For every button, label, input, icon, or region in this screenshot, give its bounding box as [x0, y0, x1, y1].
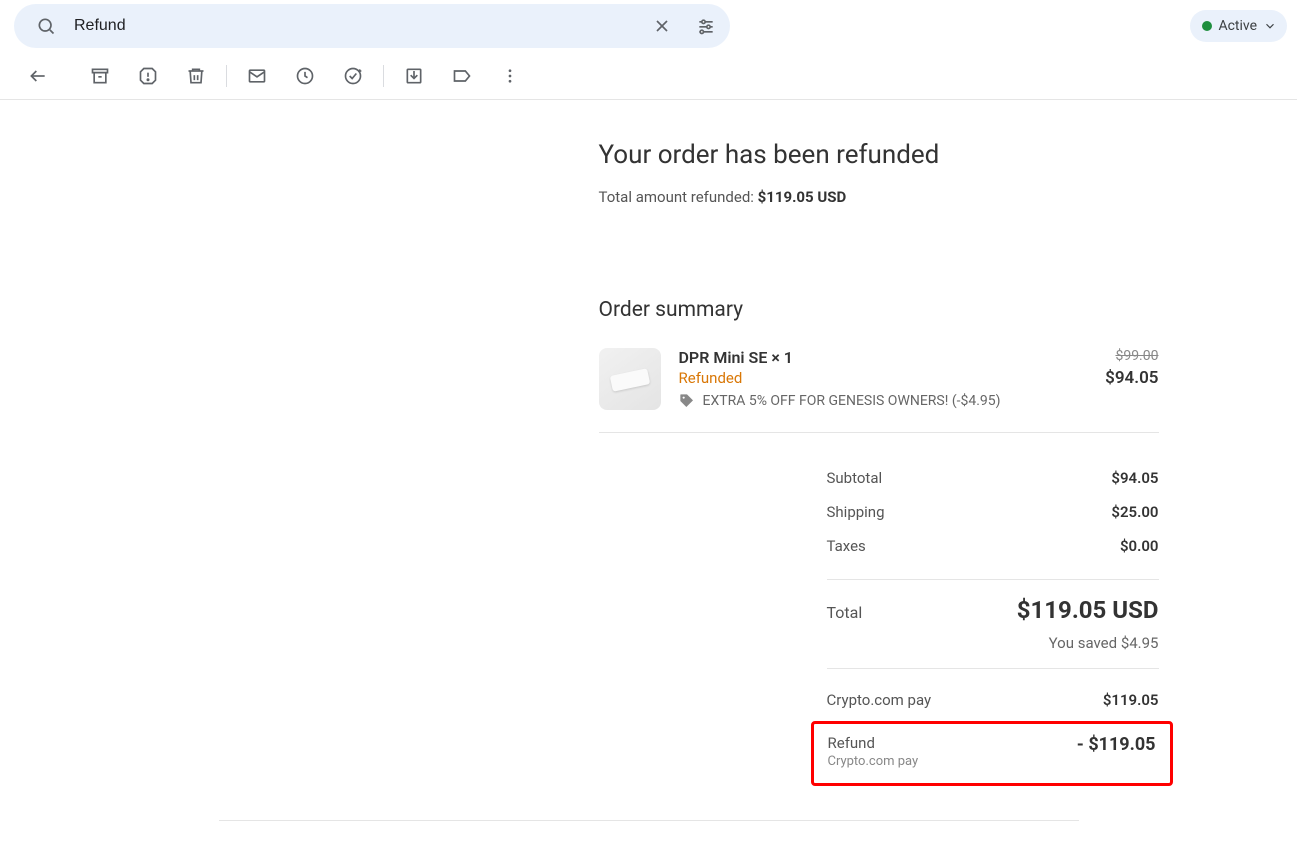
refund-highlight-box: Refund Crypto.com pay - $119.05	[811, 721, 1173, 786]
tag-icon	[679, 393, 695, 409]
product-name: DPR Mini SE × 1	[679, 348, 1071, 367]
separator	[383, 65, 384, 87]
item-price: $94.05	[1089, 368, 1159, 388]
refund-amount: - $119.05	[1077, 734, 1156, 755]
subtotal-value: $94.05	[1111, 469, 1158, 487]
move-to-button[interactable]	[394, 56, 434, 96]
footer-divider	[219, 820, 1079, 821]
add-to-tasks-button[interactable]	[333, 56, 373, 96]
promo-text: EXTRA 5% OFF FOR GENESIS OWNERS! (-$4.95…	[703, 393, 1001, 409]
more-button[interactable]	[490, 56, 530, 96]
shipping-value: $25.00	[1111, 503, 1158, 521]
refund-method: Crypto.com pay	[828, 754, 919, 769]
report-spam-button[interactable]	[128, 56, 168, 96]
back-button[interactable]	[18, 56, 58, 96]
action-toolbar	[0, 52, 1297, 100]
search-input[interactable]	[74, 17, 634, 35]
chevron-down-icon	[1263, 19, 1277, 33]
you-saved: You saved $4.95	[827, 634, 1159, 652]
clear-search-icon[interactable]	[646, 10, 678, 42]
search-icon[interactable]	[30, 10, 62, 42]
shipping-label: Shipping	[827, 503, 885, 521]
mark-unread-button[interactable]	[237, 56, 277, 96]
refund-subtitle: Total amount refunded: $119.05 USD	[599, 188, 1159, 206]
original-price: $99.00	[1089, 348, 1159, 364]
top-bar: Active	[0, 0, 1297, 52]
order-summary-heading: Order summary	[599, 298, 1159, 322]
search-options-icon[interactable]	[690, 10, 722, 42]
separator	[226, 65, 227, 87]
email-content: Your order has been refunded Total amoun…	[0, 100, 1297, 843]
search-box[interactable]	[14, 4, 730, 48]
refund-title: Your order has been refunded	[599, 140, 1159, 170]
taxes-label: Taxes	[827, 537, 866, 555]
payment-method: Crypto.com pay	[827, 691, 932, 709]
item-status: Refunded	[679, 369, 1071, 387]
summary-table: Subtotal $94.05 Shipping $25.00 Taxes $0…	[827, 461, 1159, 715]
total-value: $119.05 USD	[1017, 596, 1159, 624]
status-dot-icon	[1202, 21, 1212, 31]
status-label: Active	[1218, 18, 1257, 34]
refund-label: Refund	[828, 734, 919, 752]
product-image	[599, 348, 661, 410]
archive-button[interactable]	[80, 56, 120, 96]
subtotal-label: Subtotal	[827, 469, 883, 487]
taxes-value: $0.00	[1120, 537, 1159, 555]
total-label: Total	[827, 603, 863, 622]
status-pill[interactable]: Active	[1190, 10, 1287, 42]
labels-button[interactable]	[442, 56, 482, 96]
payment-amount: $119.05	[1103, 691, 1159, 709]
delete-button[interactable]	[176, 56, 216, 96]
order-item-row: DPR Mini SE × 1 Refunded EXTRA 5% OFF FO…	[599, 348, 1159, 433]
snooze-button[interactable]	[285, 56, 325, 96]
